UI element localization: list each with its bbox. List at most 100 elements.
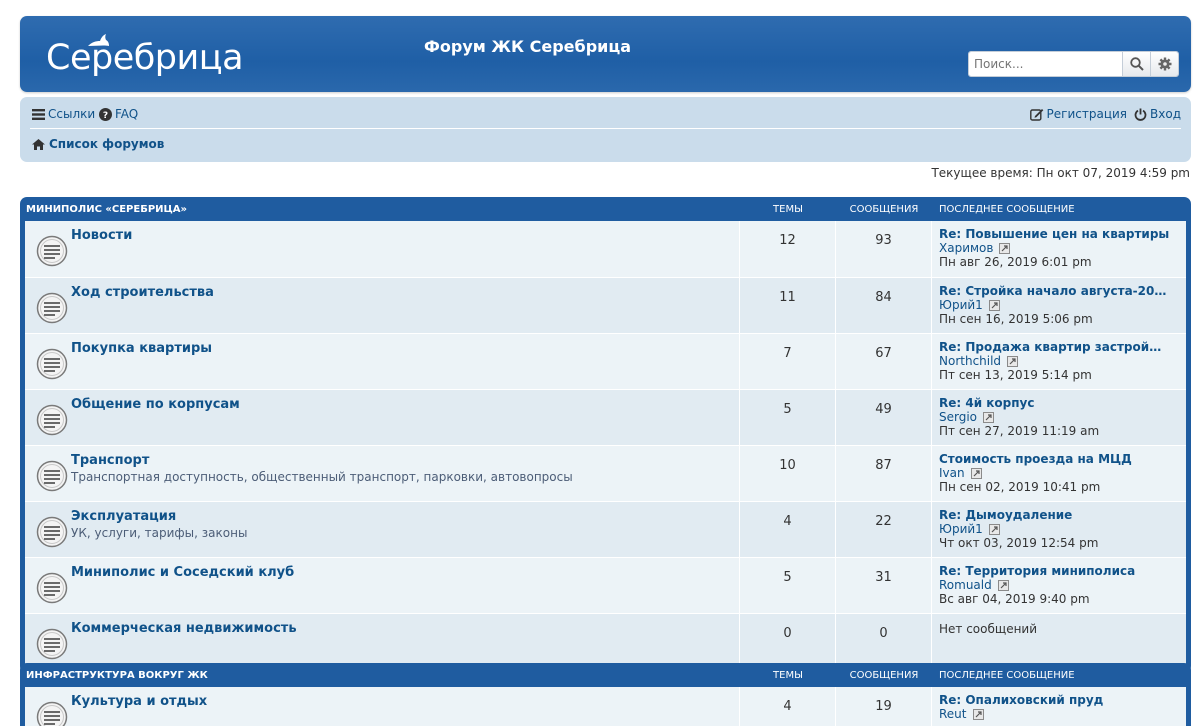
register-link[interactable]: Регистрация (1029, 107, 1127, 121)
forum-posts-count: 67 (836, 334, 932, 389)
last-post-author-wrap: Northchild (939, 354, 1019, 368)
last-post-author-wrap: Юрий1 (939, 522, 1000, 536)
last-post-date: Чт окт 03, 2019 12:54 pm (939, 536, 1099, 550)
forum-title[interactable]: Покупка квартиры (71, 341, 739, 356)
last-post-author[interactable]: Харимов (939, 241, 993, 255)
last-post-cell: Re: Территория миниполиса Romuald Вс авг 0… (932, 558, 1186, 613)
last-post-author[interactable]: Northchild (939, 354, 1001, 368)
breadcrumb[interactable]: Список форумов (32, 137, 164, 151)
forum-icon-cell (25, 278, 71, 333)
category-title[interactable]: МИНИПОЛИС «СЕРЕБРИЦА» (25, 204, 740, 215)
last-post-title[interactable]: Re: Продажа квартир застройщи… (939, 340, 1171, 354)
forum-read-icon (36, 292, 68, 324)
login-link[interactable]: Вход (1134, 107, 1181, 121)
last-post-cell: Re: Повышение цен на квартиры Харимов Пн а… (932, 221, 1186, 277)
site-header: Серебрица Форум ЖК Серебрица (20, 16, 1191, 92)
category-header: МИНИПОЛИС «СЕРЕБРИЦА» ТЕМЫ СООБЩЕНИЯ ПОС… (25, 197, 1186, 221)
last-post-author[interactable]: Ivan (939, 466, 965, 480)
forum-title[interactable]: Культура и отдых (71, 694, 739, 709)
last-post-title[interactable]: Re: Стройка начало августа-20… (939, 284, 1171, 298)
last-post-date: Пн авг 26, 2019 6:01 pm (939, 255, 1092, 269)
last-post-title[interactable]: Re: 4й корпус (939, 396, 1171, 410)
last-post-author[interactable]: Reut (939, 707, 967, 721)
hamburger-icon (32, 108, 45, 120)
last-post-author[interactable]: Sergio (939, 410, 977, 424)
forum-topics-count: 4 (740, 502, 836, 557)
category-title[interactable]: ИНФРАСТРУКТУРА ВОКРУГ ЖК (25, 670, 740, 681)
forum-row: Эксплуатация УК, услуги, тарифы, законы 4 2… (25, 501, 1186, 557)
forum-title[interactable]: Транспорт (71, 453, 739, 468)
current-time: Текущее время: Пн окт 07, 2019 4:59 pm (931, 166, 1190, 180)
view-latest-post-icon[interactable] (972, 708, 984, 720)
forum-read-icon (36, 628, 68, 660)
forum-name-cell: Ход строительства (71, 278, 740, 333)
forum-row: Транспорт Транспортная доступность, общес… (25, 445, 1186, 501)
forum-row: Коммерческая недвижимость 0 0 Нет сообщений (25, 613, 1186, 669)
column-last-post-header: ПОСЛЕДНЕЕ СООБЩЕНИЕ (939, 669, 1075, 681)
last-post-cell: Re: Продажа квартир застройщи… Northchild… (932, 334, 1186, 389)
quick-links-menu[interactable]: Ссылки (32, 107, 95, 121)
advanced-search-button[interactable] (1150, 52, 1178, 76)
last-post-author-wrap: Ivan (939, 466, 982, 480)
navbar: Ссылки ? FAQ Регистрация Вход Список фор… (20, 97, 1191, 162)
view-latest-post-icon[interactable] (983, 411, 995, 423)
last-post-title[interactable]: Re: Дымоудаление (939, 508, 1171, 522)
search-button[interactable] (1122, 52, 1150, 76)
forum-icon-cell (25, 390, 71, 445)
last-post-author[interactable]: Юрий1 (939, 298, 983, 312)
forum-title[interactable]: Общение по корпусам (71, 397, 739, 412)
forum-topics-count: 11 (740, 278, 836, 333)
navbar-divider (30, 128, 1181, 129)
category-header: ИНФРАСТРУКТУРА ВОКРУГ ЖК ТЕМЫ СООБЩЕНИЯ … (25, 663, 1186, 687)
forum-title[interactable]: Коммерческая недвижимость (71, 621, 739, 636)
last-post-title[interactable]: Re: Повышение цен на квартиры (939, 227, 1171, 241)
view-latest-post-icon[interactable] (999, 242, 1011, 254)
faq-link[interactable]: ? FAQ (99, 107, 138, 121)
forum-name-cell: Культура и отдых (71, 687, 740, 726)
forum-icon-cell (25, 221, 71, 277)
last-post-cell: Стоимость проезда на МЦД Ivan Пн сен 02, 2… (932, 446, 1186, 501)
forum-posts-count: 31 (836, 558, 932, 613)
view-latest-post-icon[interactable] (1007, 355, 1019, 367)
quick-links-label: Ссылки (48, 107, 96, 121)
last-post-title[interactable]: Re: Территория миниполиса (939, 564, 1171, 578)
last-post-cell: Re: Стройка начало августа-20… Юрий1 Пн се… (932, 278, 1186, 333)
last-post-cell: Re: 4й корпус Sergio Пт сен 27, 2019 11:19… (932, 390, 1186, 445)
svg-text:?: ? (103, 111, 108, 121)
forum-posts-count: 0 (836, 614, 932, 669)
forum-name-cell: Эксплуатация УК, услуги, тарифы, законы (71, 502, 740, 557)
last-post-title[interactable]: Re: Опалиховский пруд (939, 693, 1171, 707)
search-input[interactable] (969, 52, 1122, 76)
forum-read-icon (36, 701, 68, 726)
last-post-cell: Нет сообщений (932, 614, 1186, 669)
forum-title[interactable]: Эксплуатация (71, 509, 739, 524)
forum-title[interactable]: Новости (71, 228, 739, 243)
last-post-title[interactable]: Стоимость проезда на МЦД (939, 452, 1171, 466)
forum-read-icon (36, 572, 68, 604)
forum-title[interactable]: Ход строительства (71, 285, 739, 300)
forum-name-cell: Покупка квартиры (71, 334, 740, 389)
forum-row: Новости 12 93 Re: Повышение цен на квартиры… (25, 221, 1186, 277)
forum-topics-count: 0 (740, 614, 836, 669)
view-latest-post-icon[interactable] (970, 467, 982, 479)
last-post-author-wrap: Харимов (939, 241, 1011, 255)
forum-description: Транспортная доступность, общественный т… (71, 470, 573, 484)
site-logo[interactable]: Серебрица (46, 38, 244, 78)
forum-title[interactable]: Миниполис и Соседский клуб (71, 565, 739, 580)
breadcrumb-forum-index[interactable]: Список форумов (49, 137, 164, 151)
column-posts-header: СООБЩЕНИЯ (849, 203, 919, 215)
forum-posts-count: 84 (836, 278, 932, 333)
last-post-cell: Re: Дымоудаление Юрий1 Чт окт 03, 2019 12:… (932, 502, 1186, 557)
last-post-author[interactable]: Romuald (939, 578, 992, 592)
last-post-author[interactable]: Юрий1 (939, 522, 983, 536)
view-latest-post-icon[interactable] (988, 299, 1000, 311)
forum-posts-count: 22 (836, 502, 932, 557)
login-label: Вход (1150, 107, 1181, 121)
forum-read-icon (36, 348, 68, 380)
view-latest-post-icon[interactable] (988, 523, 1000, 535)
forum-icon-cell (25, 446, 71, 501)
forum-name-cell: Новости (71, 221, 740, 277)
forum-posts-count: 87 (836, 446, 932, 501)
view-latest-post-icon[interactable] (997, 579, 1009, 591)
forum-read-icon (36, 404, 68, 436)
